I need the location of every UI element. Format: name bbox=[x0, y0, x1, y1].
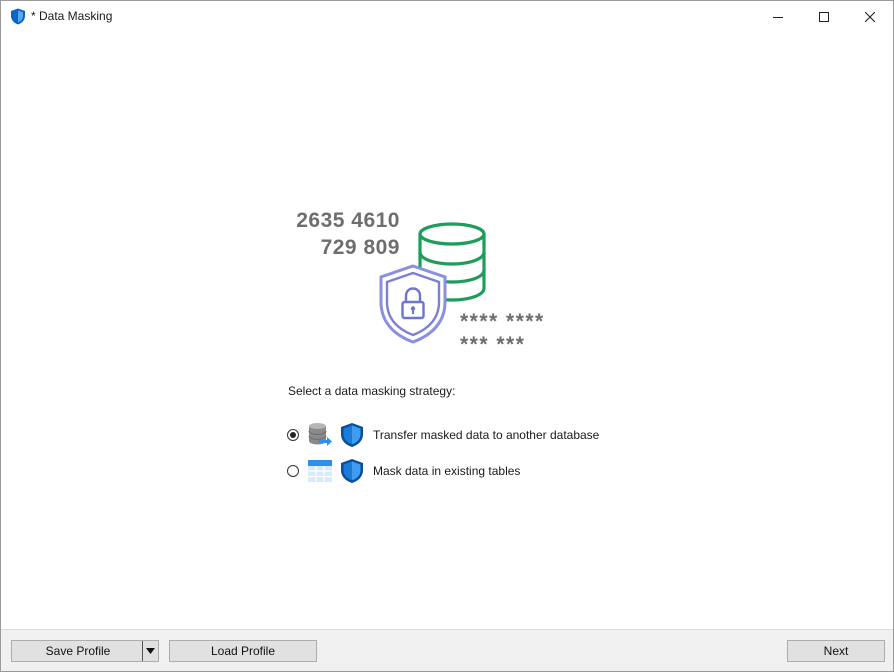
option-mask-label: Mask data in existing tables bbox=[373, 464, 521, 478]
radio-transfer-masked-data[interactable] bbox=[287, 429, 299, 441]
save-profile-label: Save Profile bbox=[45, 644, 111, 658]
option-transfer-masked-data[interactable]: Transfer masked data to another database bbox=[287, 422, 599, 448]
maximize-button[interactable] bbox=[801, 1, 847, 32]
masked-line-2: *** *** bbox=[460, 333, 526, 356]
database-transfer-icon bbox=[308, 423, 332, 446]
close-button[interactable] bbox=[847, 1, 893, 32]
option-transfer-label: Transfer masked data to another database bbox=[373, 428, 600, 442]
strategy-prompt: Select a data masking strategy: bbox=[288, 384, 456, 398]
minimize-icon bbox=[773, 16, 783, 18]
sample-number-line-1: 2635 4610 bbox=[296, 209, 400, 232]
next-button[interactable]: Next bbox=[787, 640, 885, 662]
shield-icon bbox=[341, 423, 363, 447]
hero-illustration: 2635 4610 729 809 **** **** *** *** bbox=[287, 206, 597, 356]
data-masking-window: * Data Masking 2635 4610 729 809 **** **… bbox=[0, 0, 894, 672]
option-mask-existing-tables[interactable]: Mask data in existing tables bbox=[287, 458, 520, 484]
caret-down-icon bbox=[146, 648, 155, 654]
close-icon bbox=[865, 11, 875, 22]
radio-mask-existing-tables[interactable] bbox=[287, 465, 299, 477]
maximize-icon bbox=[819, 11, 829, 22]
title-bar: * Data Masking bbox=[1, 1, 893, 32]
save-profile-dropdown[interactable] bbox=[142, 641, 158, 661]
sample-number-line-2: 729 809 bbox=[320, 236, 400, 259]
shield-icon bbox=[341, 459, 363, 483]
load-profile-button[interactable]: Load Profile bbox=[169, 640, 317, 662]
shield-lock-icon bbox=[379, 264, 447, 344]
table-icon bbox=[308, 460, 332, 482]
shield-icon bbox=[11, 8, 25, 25]
window-title: * Data Masking bbox=[31, 9, 113, 23]
minimize-button[interactable] bbox=[755, 1, 801, 32]
footer-bar: Save Profile Load Profile Next bbox=[1, 629, 893, 671]
save-profile-button[interactable]: Save Profile bbox=[11, 640, 159, 662]
masked-line-1: **** **** bbox=[460, 310, 545, 333]
